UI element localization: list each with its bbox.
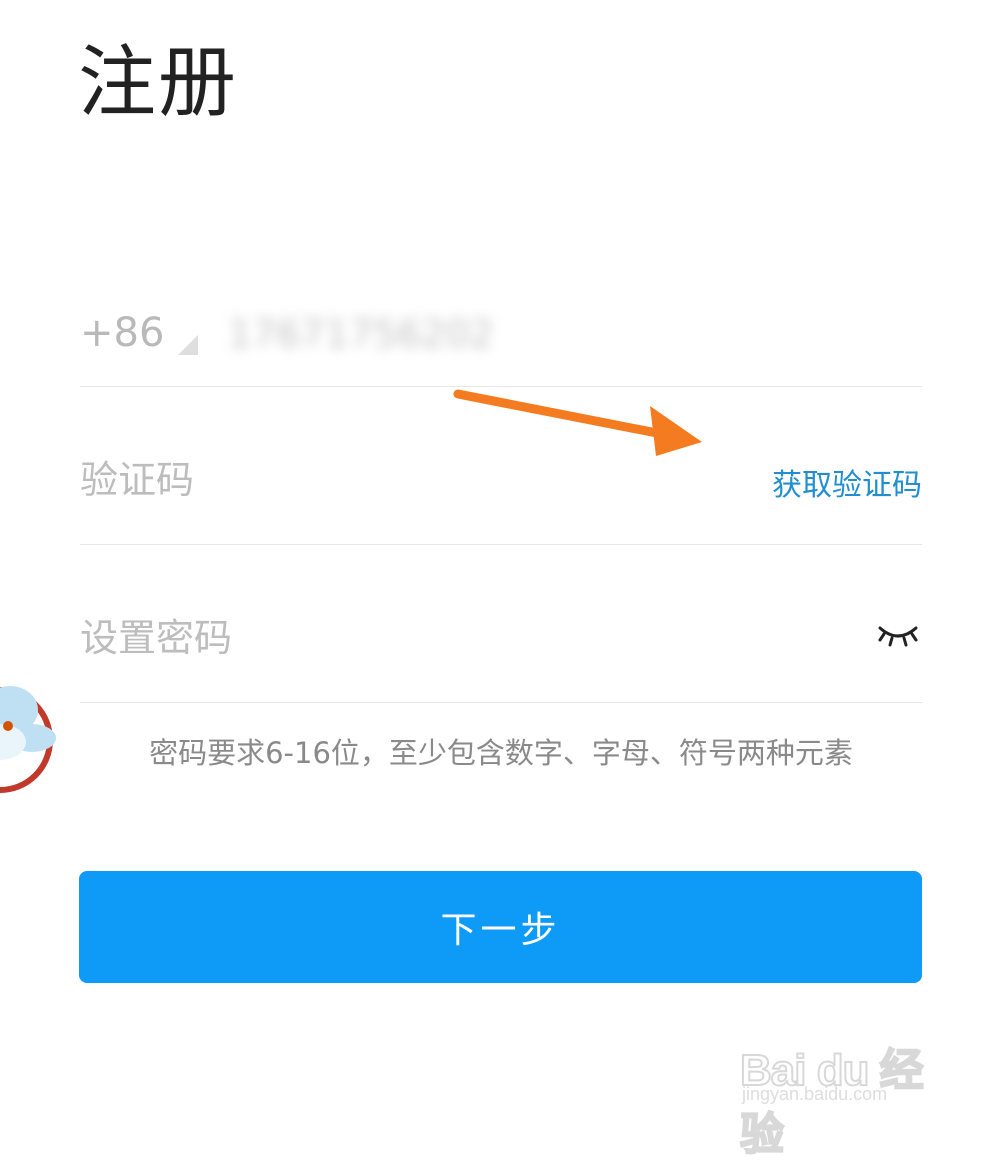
divider xyxy=(80,544,922,545)
divider xyxy=(80,702,922,703)
password-row xyxy=(80,598,922,698)
get-verification-code-link[interactable]: 获取验证码 xyxy=(772,460,922,504)
next-button[interactable]: 下一步 xyxy=(79,871,922,983)
baidu-jingyan-watermark: Bai du 经验 jingyan.baidu.com xyxy=(739,1020,940,1160)
country-dropdown-caret-icon[interactable] xyxy=(178,335,198,355)
page-title: 注册 xyxy=(78,38,239,128)
password-input[interactable] xyxy=(80,608,700,668)
phone-row: +86 xyxy=(80,290,922,390)
phone-number-input[interactable] xyxy=(228,306,648,362)
password-requirement-hint: 密码要求6-16位，至少包含数字、字母、符号两种元素 xyxy=(149,736,853,770)
annotation-arrow-icon xyxy=(453,389,702,456)
eye-closed-icon[interactable] xyxy=(876,620,920,650)
country-code-selector[interactable]: +86 xyxy=(80,310,164,356)
mascot-sticker-icon xyxy=(0,686,56,793)
watermark-url: jingyan.baidu.com xyxy=(742,1084,888,1104)
